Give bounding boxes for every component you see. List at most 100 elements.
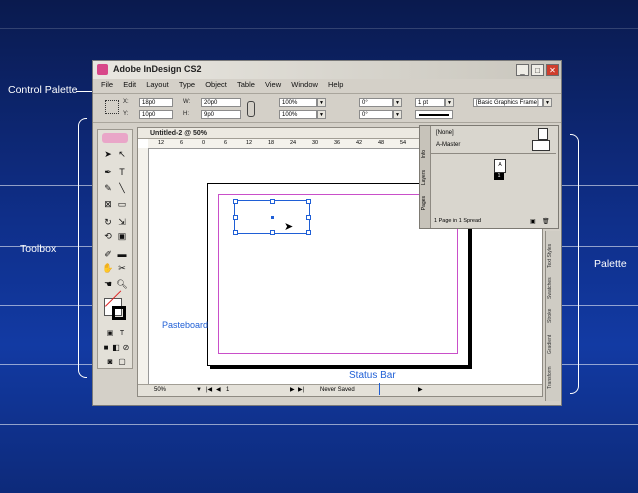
frame-handle[interactable] [233,230,238,235]
swatches-tab[interactable]: Swatches [547,275,559,301]
button-tool-icon[interactable]: ▬ [116,248,128,260]
menu-layout[interactable]: Layout [146,80,169,89]
stroke-swatch-icon[interactable] [112,306,126,320]
info-tab[interactable]: Info [421,150,429,158]
x-label: X: [123,99,129,105]
first-page-icon[interactable]: |◀ [206,385,212,396]
ruler-tick: 12 [246,140,253,146]
layers-tab[interactable]: Layers [421,170,429,185]
preview-view-icon[interactable]: ▢ [116,356,128,368]
eyedropper-tool-icon[interactable]: ✐ [102,248,114,260]
rotate-tool-icon[interactable]: ↻ [102,216,114,228]
scale-x-dropdown[interactable]: ▼ [317,98,326,107]
formatting-affects-text-icon[interactable]: T [116,328,128,340]
frame-handle[interactable] [306,230,311,235]
ruler-tick: 48 [378,140,385,146]
pages-tab[interactable]: Pages [421,196,429,210]
formatting-affects-container-icon[interactable]: ▣ [104,328,116,340]
rectangle-tool-icon[interactable]: ▭ [116,198,128,210]
menu-table[interactable]: Table [237,80,255,89]
new-page-icon[interactable]: ▣ [530,218,536,225]
minimize-button[interactable]: _ [516,64,529,76]
stroke-tab[interactable]: Stroke [547,305,559,327]
direct-selection-tool-icon[interactable]: ↖ [116,148,128,160]
menu-view[interactable]: View [265,80,281,89]
constrain-proportions-icon[interactable] [247,101,255,117]
ruler-tick: 42 [356,140,363,146]
status-bar-callout: Status Bar [347,370,398,381]
object-style-field[interactable]: [Basic Graphics Frame] [473,98,543,107]
menu-help[interactable]: Help [328,80,343,89]
shear-field[interactable]: 0° [359,110,393,119]
scissors-tool-icon[interactable]: ✂ [116,262,128,274]
pages-palette: Pages Layers Info [None] A-Master A 1 1 … [419,125,559,229]
scale-y-field[interactable]: 100% [279,110,317,119]
frame-handle[interactable] [233,199,238,204]
free-transform-tool-icon[interactable]: ⟲ [102,230,114,242]
scale-y-dropdown[interactable]: ▼ [317,110,326,119]
ruler-tick: 0 [202,140,206,146]
text-styles-tab[interactable]: Text Styles [547,241,559,271]
prev-page-icon[interactable]: ◀ [216,385,221,396]
scale-x-field[interactable]: 100% [279,98,317,107]
normal-view-icon[interactable]: ◙ [104,356,116,368]
pencil-tool-icon[interactable]: ✎ [102,182,114,194]
page-thumbnail[interactable]: A [494,159,506,173]
stroke-type-selector[interactable] [415,110,453,119]
ruler-tick: 24 [290,140,297,146]
rotate-dropdown[interactable]: ▼ [393,98,402,107]
a-master-item[interactable]: A-Master [436,142,460,148]
y-label: Y: [123,111,129,117]
menu-type[interactable]: Type [179,80,195,89]
toolbox-callout: Toolbox [20,243,57,255]
y-field[interactable]: 10p0 [139,110,173,119]
frame-handle[interactable] [306,199,311,204]
rotate-field[interactable]: 0° [359,98,393,107]
none-master-item[interactable]: [None] [436,130,454,136]
scale-tool-icon[interactable]: ⇲ [116,216,128,228]
pen-tool-icon[interactable]: ✒ [102,166,114,178]
gradient-tab[interactable]: Gradient [547,331,559,357]
frame-handle[interactable] [233,215,238,220]
stroke-weight-field[interactable]: 1 pt [415,98,445,107]
hand-tool-icon[interactable]: ✋ [102,262,114,274]
zoom-dropdown-icon[interactable]: ▼ [196,385,202,396]
h-field[interactable]: 9p0 [201,110,241,119]
toolbox: ➤ ↖ ✒ T ✎ ╲ ⊠ ▭ ↻ ⇲ ⟲ ▣ ✐ ▬ ✂ ✋ ☚ 🔍︎ ▣ T… [97,129,133,369]
zoom-level[interactable]: 50% [154,385,166,396]
reference-point-icon[interactable] [105,100,119,114]
apply-none-icon[interactable]: ⊘ [120,342,132,354]
selected-frame[interactable] [233,199,311,235]
frame-handle[interactable] [270,230,275,235]
line-tool-icon[interactable]: ╲ [116,182,128,194]
frame-handle[interactable] [270,199,275,204]
pasteboard-label: Pasteboard [162,320,209,330]
shear-dropdown[interactable]: ▼ [393,110,402,119]
page-thumbnail-number: 1 [494,173,504,180]
page-number[interactable]: 1 [226,385,229,396]
stroke-weight-dropdown[interactable]: ▼ [445,98,454,107]
gradient-tool-icon[interactable]: ▣ [116,230,128,242]
menu-edit[interactable]: Edit [123,80,136,89]
delete-page-icon[interactable]: 🗑︎ [542,218,550,225]
close-button[interactable]: ✕ [546,64,559,76]
type-tool-icon[interactable]: T [116,166,128,178]
next-page-icon[interactable]: ▶ [290,385,295,396]
frame-handle[interactable] [306,215,311,220]
menu-object[interactable]: Object [205,80,227,89]
rectangle-frame-tool-icon[interactable]: ⊠ [102,198,114,210]
w-field[interactable]: 20p0 [201,98,241,107]
menu-window[interactable]: Window [291,80,318,89]
transform-tab[interactable]: Transform [547,361,559,395]
object-style-dropdown[interactable]: ▼ [543,98,552,107]
selection-tool-icon[interactable]: ➤ [102,148,114,160]
hand-tool-alt-icon[interactable]: ☚ [102,278,114,290]
status-menu-icon[interactable]: ▶ [418,385,423,396]
maximize-button[interactable]: □ [531,64,544,76]
x-field[interactable]: 18p0 [139,98,173,107]
ruler-tick: 12 [158,140,165,146]
zoom-tool-icon[interactable]: 🔍︎ [116,278,128,290]
status-bar: 50% ▼ |◀ ◀ 1 ▶ ▶| Never Saved ▶ [138,384,542,396]
menu-file[interactable]: File [101,80,113,89]
last-page-icon[interactable]: ▶| [298,385,304,396]
